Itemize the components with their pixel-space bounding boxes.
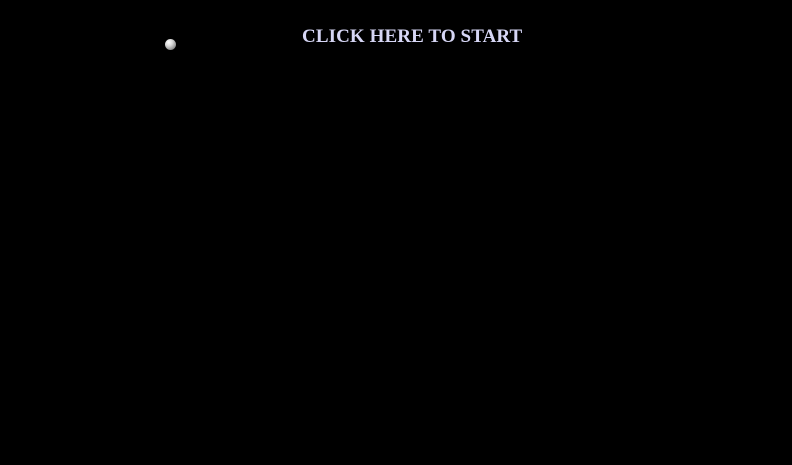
ball-icon [165,39,176,50]
game-canvas[interactable]: CLICK HERE TO START [0,0,792,465]
start-button[interactable]: CLICK HERE TO START [302,24,524,50]
